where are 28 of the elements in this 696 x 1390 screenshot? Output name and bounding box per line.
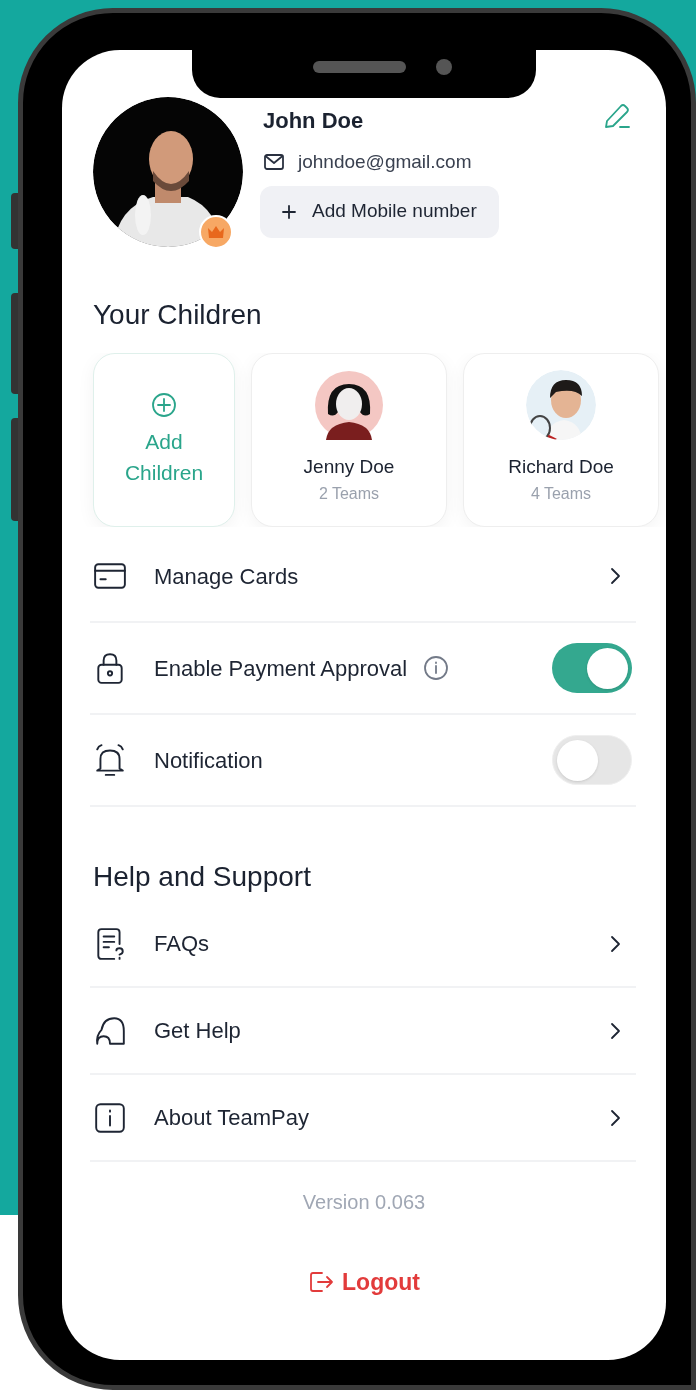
menu-label: Manage Cards: [154, 562, 299, 591]
chevron-right-icon: [608, 565, 622, 587]
version-text: Version 0.063: [302, 1190, 426, 1215]
section-title: Your Children: [92, 298, 263, 332]
menu-label: Notification: [154, 746, 263, 775]
mail-icon: [263, 153, 285, 172]
add-mobile-button[interactable]: Add Mobile number: [260, 185, 499, 238]
plus-icon: [282, 204, 296, 219]
menu-label: FAQs: [154, 930, 209, 958]
add-circle-icon: [151, 392, 177, 418]
user-name: John Doe: [263, 107, 364, 135]
email-text: johndoe@gmail.com: [298, 150, 472, 174]
section-title: Help and Support: [92, 860, 312, 894]
logout-button[interactable]: Logout: [308, 1265, 420, 1300]
crown-icon: [207, 225, 225, 239]
child-card[interactable]: Richard Doe 4 Teams: [463, 353, 659, 527]
team-count: 2 Teams: [318, 484, 380, 504]
bell-icon: [93, 743, 127, 777]
pencil-icon: [602, 101, 632, 131]
toggle-switch[interactable]: [552, 643, 632, 693]
menu-label: About TeamPay: [154, 1104, 309, 1132]
menu-label: Get Help: [154, 1017, 241, 1045]
menu-label: Enable Payment Approval: [154, 654, 408, 683]
info-icon: [93, 1100, 127, 1135]
child-card[interactable]: Jenny Doe 2 Teams: [251, 353, 447, 527]
toggle-switch[interactable]: [552, 735, 632, 785]
avatar-icon: [314, 370, 384, 440]
team-count: 4 Teams: [530, 484, 592, 504]
